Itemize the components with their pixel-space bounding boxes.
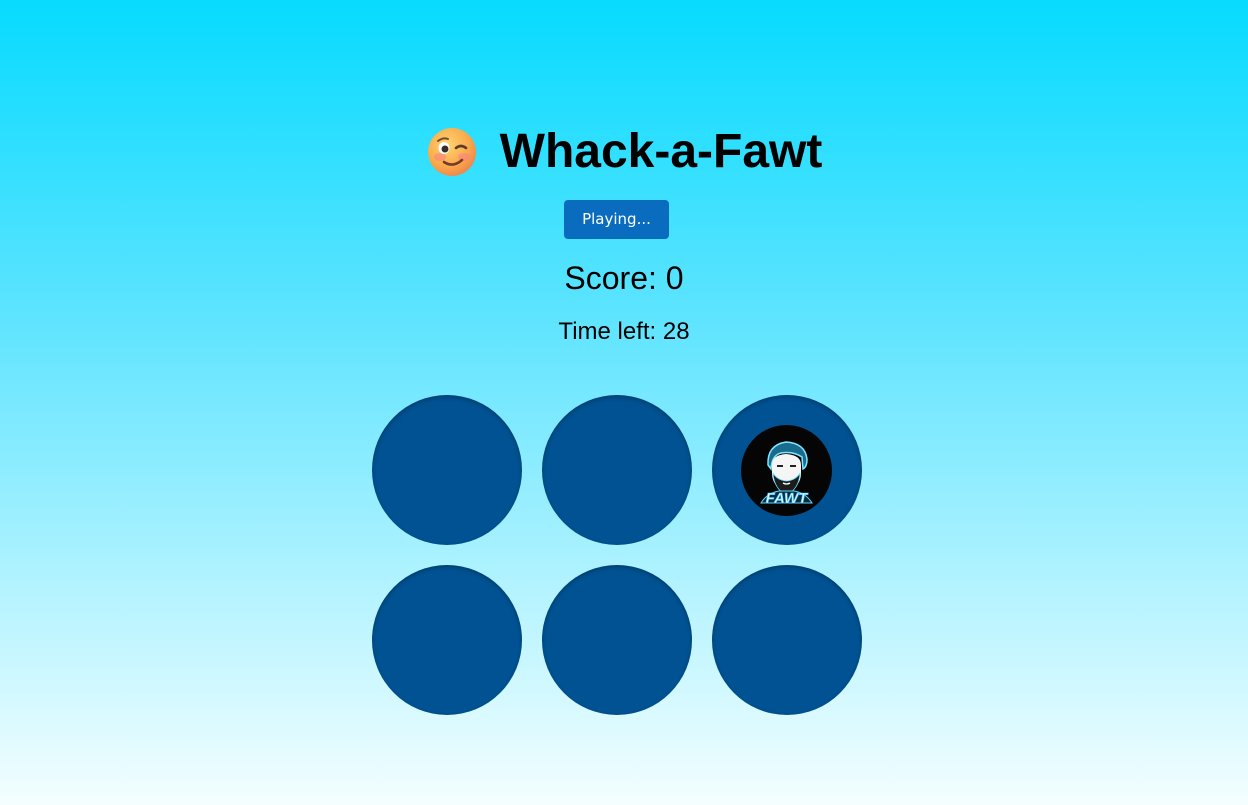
game-board: FAWT <box>372 395 862 715</box>
start-button[interactable]: Playing... <box>564 200 669 239</box>
winking-face-icon <box>427 128 476 176</box>
fawt-mole-avatar[interactable]: FAWT <box>741 425 832 516</box>
mole-label: FAWT <box>766 490 809 507</box>
score-display: Score: 0 <box>564 260 684 296</box>
hole-2[interactable] <box>542 395 692 545</box>
hole-4[interactable] <box>372 565 522 715</box>
title-row: Whack-a-Fawt <box>0 124 1248 180</box>
hole-6[interactable] <box>712 565 862 715</box>
time-left-display: Time left: 28 <box>558 318 690 345</box>
hole-1[interactable] <box>372 395 522 545</box>
hole-3[interactable]: FAWT <box>712 395 862 545</box>
title-container: Whack-a-Fawt <box>426 124 823 180</box>
hole-5[interactable] <box>542 565 692 715</box>
game-title: Whack-a-Fawt <box>499 125 823 178</box>
